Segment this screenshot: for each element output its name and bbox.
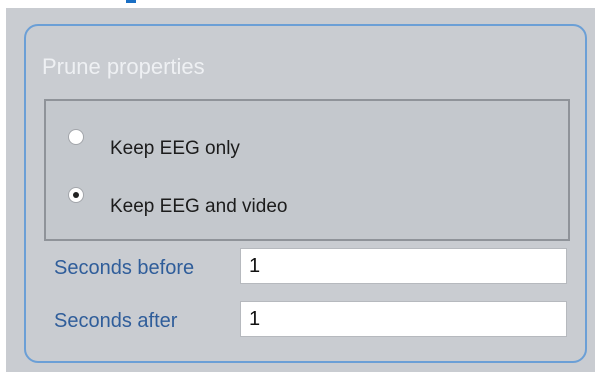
radio-eeg-and-video-label[interactable]: Keep EEG and video — [110, 196, 287, 218]
group-title: Prune properties — [42, 54, 205, 79]
top-strip — [0, 0, 601, 8]
prune-dialog: Prune properties Keep EEG only Keep EEG … — [6, 8, 595, 372]
seconds-before-input[interactable] — [240, 248, 567, 284]
blue-mark — [126, 0, 136, 3]
seconds-after-label: Seconds after — [54, 310, 178, 332]
seconds-after-input[interactable] — [240, 301, 567, 337]
seconds-before-label: Seconds before — [54, 257, 195, 279]
radio-eeg-and-video[interactable] — [68, 187, 84, 203]
radio-eeg-only[interactable] — [68, 129, 84, 145]
radio-eeg-only-label[interactable]: Keep EEG only — [110, 138, 240, 160]
options-panel: Keep EEG only Keep EEG and video — [44, 99, 570, 241]
